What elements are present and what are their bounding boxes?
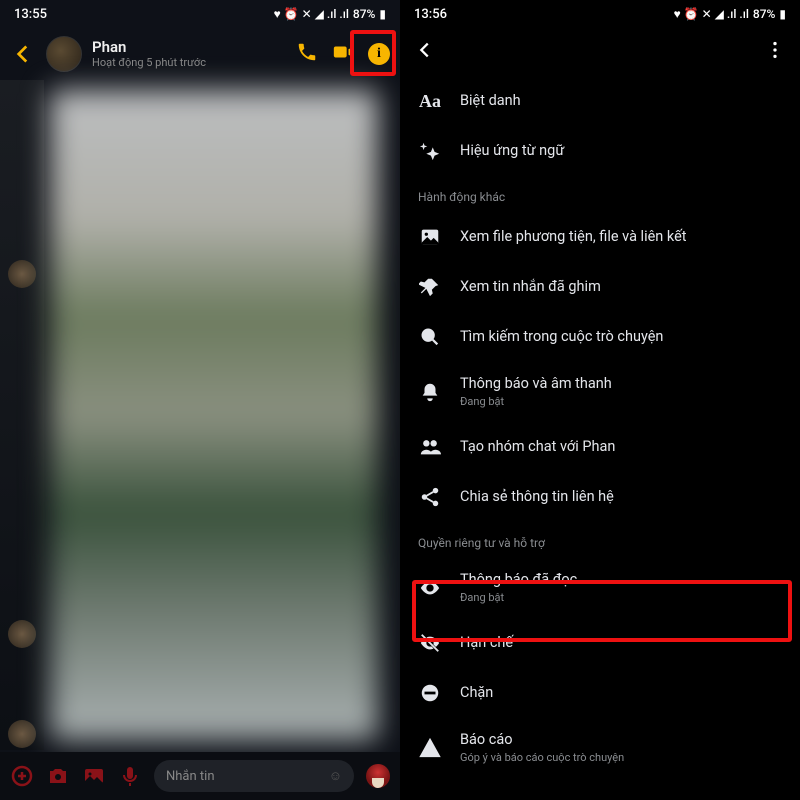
compose-bar: Nhắn tin ☺	[0, 752, 400, 800]
section-other-actions: Hành động khác	[400, 176, 800, 212]
highlight-read-receipts	[412, 580, 792, 642]
contact-name-block[interactable]: Phan Hoạt động 5 phút trước	[92, 38, 286, 69]
status-icons: ♥ ⏰ ✕ ◢ .ıl .ıl 87% ▮	[674, 7, 786, 21]
back-button[interactable]	[414, 39, 436, 65]
warn-icon	[418, 736, 442, 760]
chat-header: Phan Hoạt động 5 phút trước i	[0, 28, 400, 80]
aa-icon: Aa	[418, 89, 442, 113]
row-media-files[interactable]: Xem file phương tiện, file và liên kết	[400, 212, 800, 262]
highlight-info	[350, 30, 396, 76]
call-icon[interactable]	[296, 41, 318, 67]
row-pinned-messages[interactable]: Xem tin nhắn đã ghim	[400, 262, 800, 312]
row-notifications-sound[interactable]: Thông báo và âm thanh Đang bật	[400, 362, 800, 422]
bell-icon	[418, 380, 442, 404]
status-icons: ♥ ⏰ ✕ ◢ .ıl .ıl 87% ▮	[274, 7, 386, 21]
msg-avatar	[8, 620, 36, 648]
sparkle-icon	[418, 139, 442, 163]
avatar[interactable]	[46, 36, 82, 72]
row-share-contact[interactable]: Chia sẻ thông tin liên hệ	[400, 472, 800, 522]
sticker-icon[interactable]	[366, 764, 390, 788]
block-icon	[418, 681, 442, 705]
status-time: 13:55	[14, 7, 47, 22]
contact-name: Phan	[92, 38, 286, 56]
msg-avatar	[8, 720, 36, 748]
settings-screen: 13:56 ♥ ⏰ ✕ ◢ .ıl .ıl 87% ▮ Aa Biệt danh…	[400, 0, 800, 800]
status-time: 13:56	[414, 7, 447, 22]
search-icon	[418, 325, 442, 349]
more-icon[interactable]	[764, 39, 786, 65]
blurred-content	[50, 90, 378, 740]
row-word-effects[interactable]: Hiệu ứng từ ngữ	[400, 126, 800, 176]
status-bar: 13:55 ♥ ⏰ ✕ ◢ .ıl .ıl 87% ▮	[0, 0, 400, 28]
settings-header	[400, 28, 800, 76]
share-icon	[418, 485, 442, 509]
row-block[interactable]: Chặn	[400, 668, 800, 718]
last-active: Hoạt động 5 phút trước	[92, 56, 286, 69]
message-input[interactable]: Nhắn tin ☺	[154, 760, 354, 792]
status-bar: 13:56 ♥ ⏰ ✕ ◢ .ıl .ıl 87% ▮	[400, 0, 800, 28]
msg-avatar	[8, 260, 36, 288]
back-button[interactable]	[10, 41, 36, 67]
section-privacy-support: Quyền riêng tư và hỗ trợ	[400, 522, 800, 558]
chat-screen: 13:55 ♥ ⏰ ✕ ◢ .ıl .ıl 87% ▮ Phan Hoạt độ…	[0, 0, 400, 800]
row-search-chat[interactable]: Tìm kiếm trong cuộc trò chuyện	[400, 312, 800, 362]
row-report[interactable]: Báo cáo Góp ý và báo cáo cuộc trò chuyện	[400, 718, 800, 778]
plus-icon[interactable]	[10, 764, 34, 788]
settings-list: Aa Biệt danh Hiệu ứng từ ngữ Hành động k…	[400, 76, 800, 788]
row-nickname[interactable]: Aa Biệt danh	[400, 76, 800, 126]
image-icon	[418, 225, 442, 249]
group-icon	[418, 435, 442, 459]
camera-icon[interactable]	[46, 764, 70, 788]
chat-margin	[0, 80, 44, 750]
row-create-group[interactable]: Tạo nhóm chat với Phan	[400, 422, 800, 472]
pin-icon	[418, 275, 442, 299]
image-icon[interactable]	[82, 764, 106, 788]
mic-icon[interactable]	[118, 764, 142, 788]
